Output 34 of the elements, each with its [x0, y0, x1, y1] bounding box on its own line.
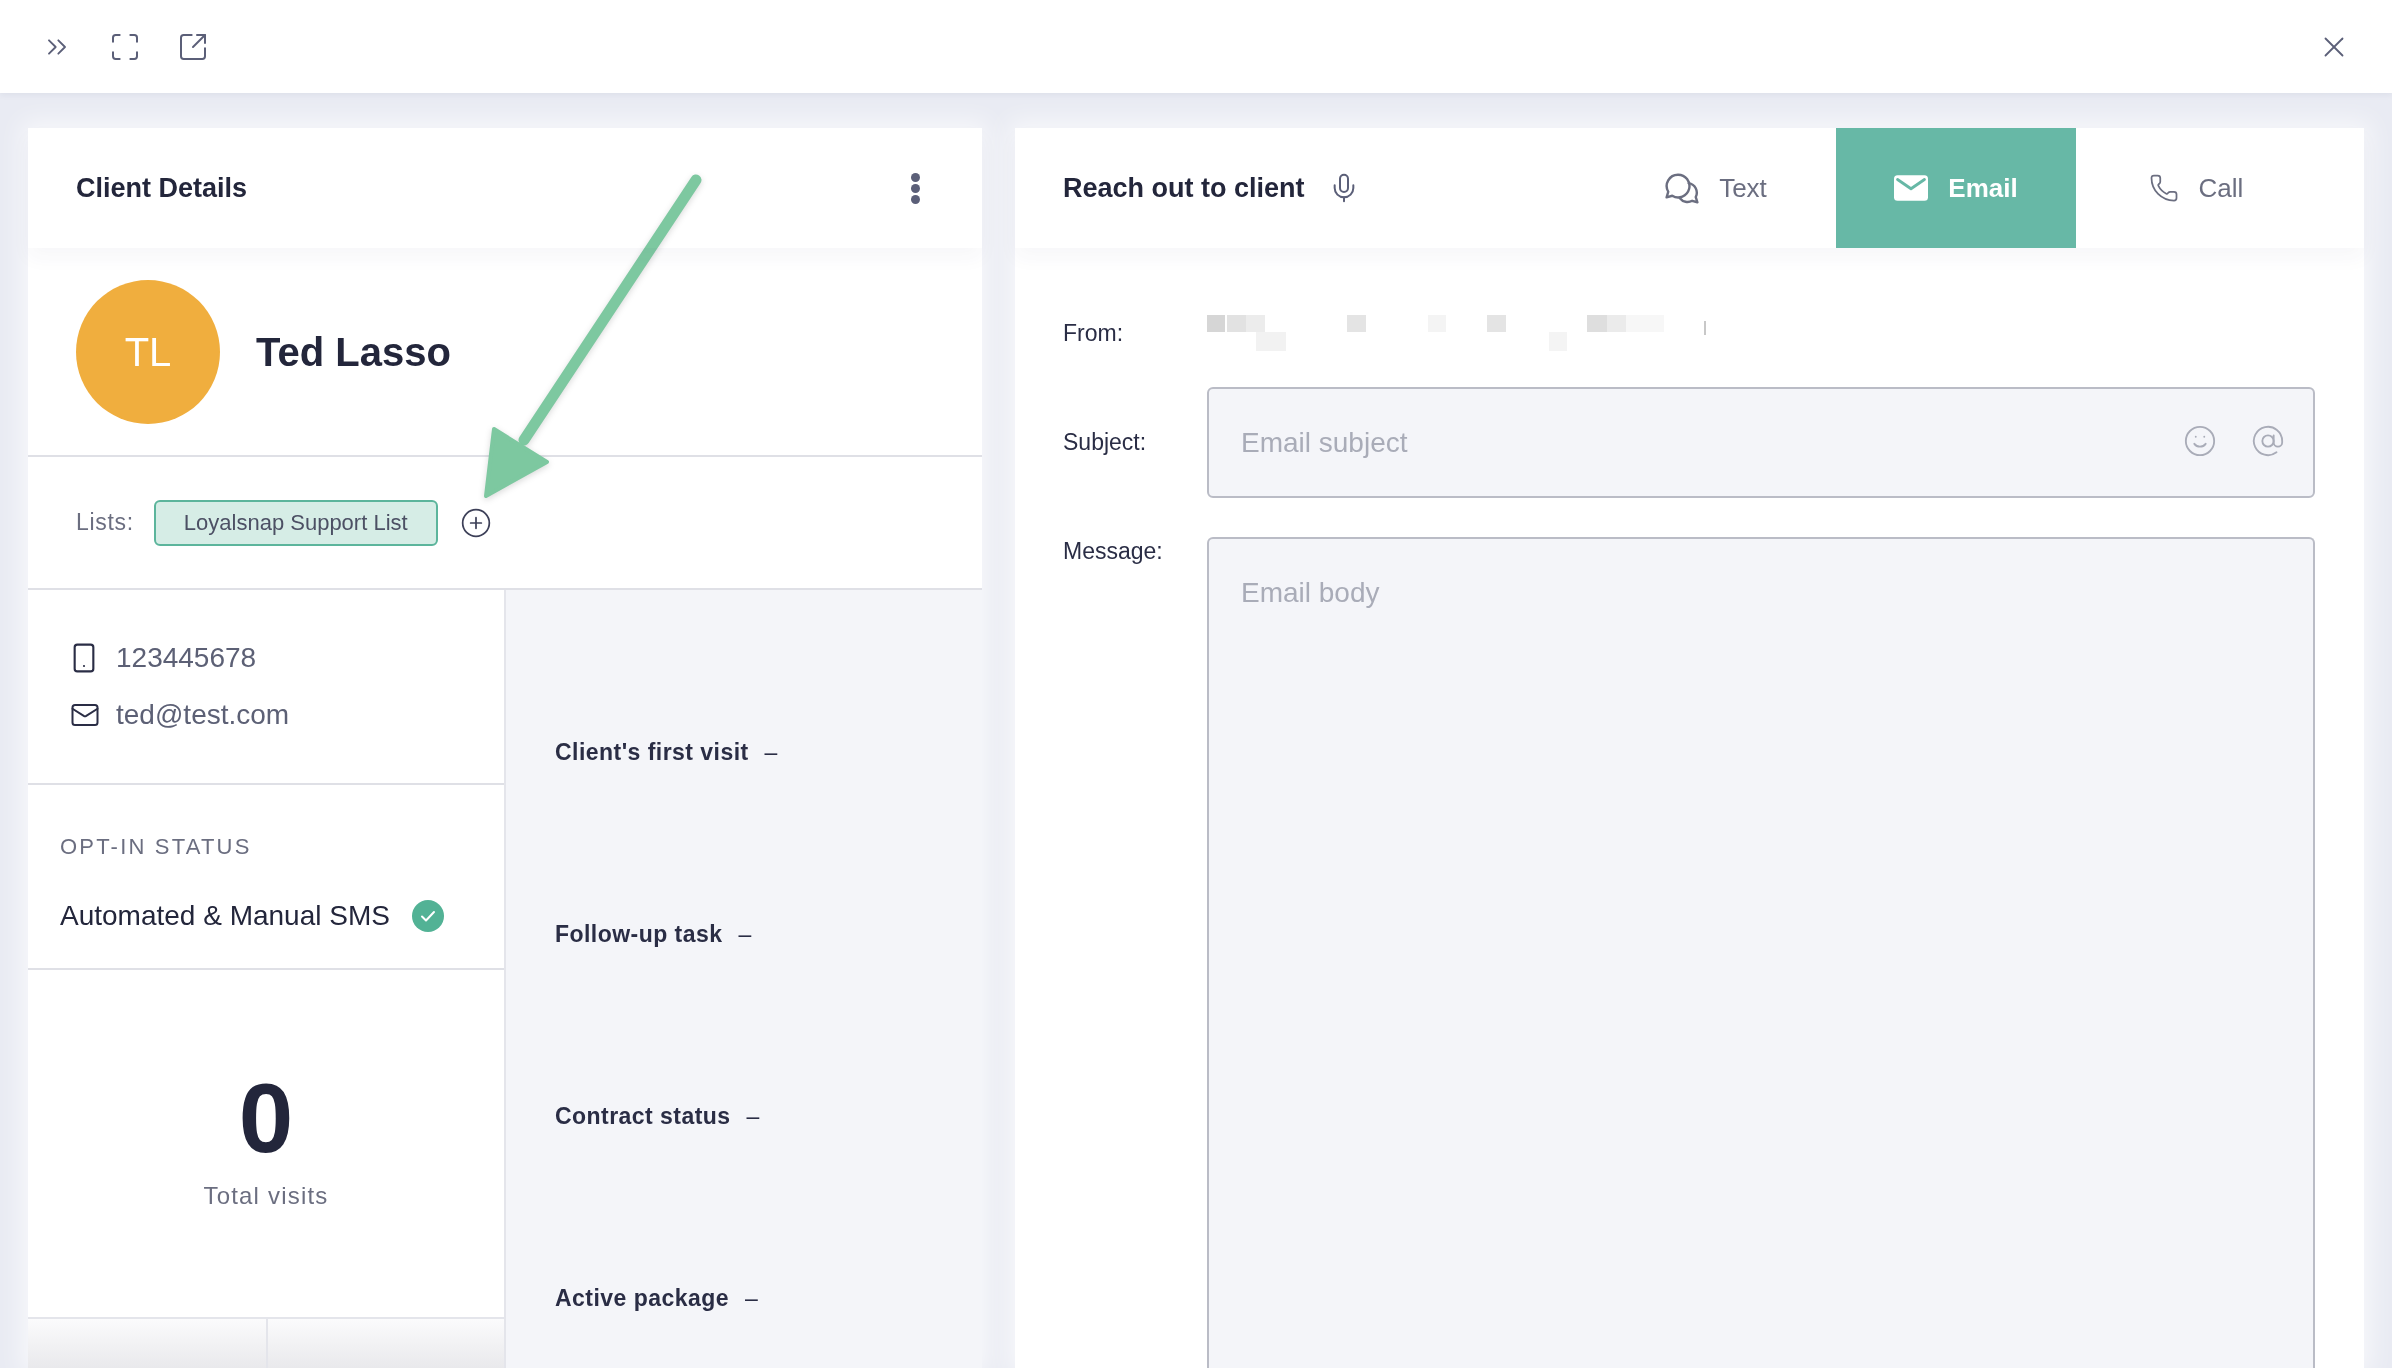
add-icon [459, 506, 492, 539]
message-field[interactable]: Email body [1207, 537, 2315, 1368]
detail-value: – [744, 1283, 758, 1313]
at-sign-icon [2251, 424, 2285, 458]
envelope-icon [1894, 175, 1929, 201]
message-label: Message: [1063, 537, 1164, 565]
opt-in-status: Automated & Manual SMS [60, 899, 390, 933]
smiley-icon [2183, 424, 2217, 458]
detail-label: Contract status [555, 1101, 731, 1131]
detail-label: Client's first visit [555, 737, 749, 767]
lists-label: Lists: [76, 508, 134, 538]
panel-title: Client Details [76, 171, 248, 205]
detail-value: – [746, 1101, 760, 1131]
channel-tab[interactable]: Call [2076, 128, 2316, 248]
opt-in-heading: OPT-IN STATUS [60, 833, 252, 861]
add-list-button[interactable] [459, 506, 492, 539]
detail-value: – [738, 919, 752, 949]
client-name: Ted Lasso [256, 328, 451, 376]
channel-tab[interactable]: Text [1596, 128, 1836, 248]
panel-title: Reach out to client [1063, 171, 1305, 205]
subject-label: Subject: [1063, 428, 1148, 458]
contact-value: 123445678 [116, 641, 257, 675]
detail-value: – [764, 737, 778, 767]
visits-count: 0 [238, 1065, 294, 1170]
visits-label: Total visits [203, 1180, 329, 1211]
phone-icon [2148, 173, 2179, 203]
contact-value: ted@test.com [116, 698, 290, 732]
list-tag: Loyalsnap Support List [153, 499, 438, 546]
avatar: TL [76, 279, 220, 424]
from-label: From: [1063, 318, 1125, 348]
more-options-icon [910, 172, 920, 204]
chat-bubbles-icon [1665, 172, 1700, 204]
detail-label: Active package [555, 1283, 729, 1313]
detail-label: Follow-up task [555, 919, 723, 949]
